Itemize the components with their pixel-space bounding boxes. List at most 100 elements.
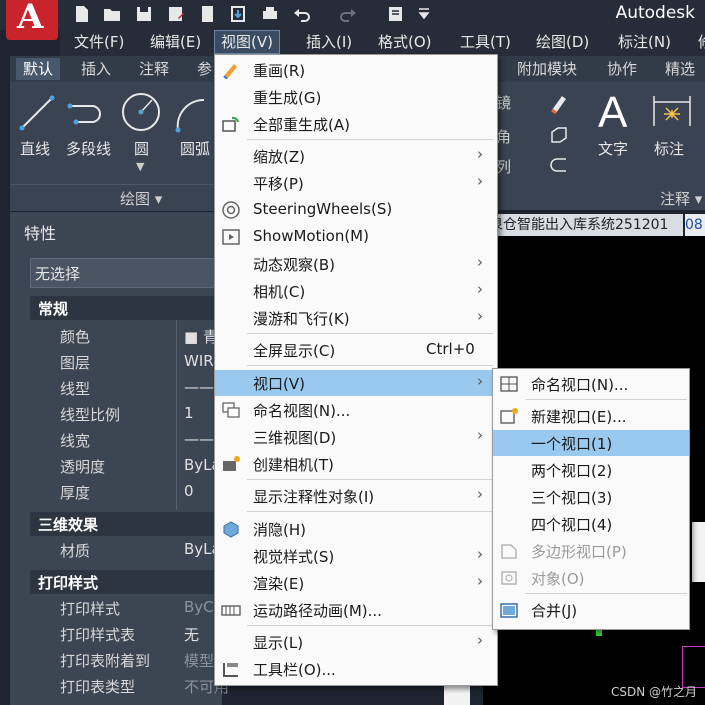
line-tool-label[interactable]: 直线 bbox=[20, 138, 50, 159]
menu-item-walk-fly[interactable]: 漫游和飞行(K) › bbox=[215, 305, 497, 331]
menu-item-toolbars[interactable]: 工具栏(O)... bbox=[215, 656, 497, 682]
menu-item-orbit[interactable]: 动态观察(B) › bbox=[215, 251, 497, 277]
menu-item-join-viewports[interactable]: 合并(J) bbox=[493, 597, 689, 623]
text-tool-icon[interactable]: A bbox=[598, 88, 627, 138]
prop-linetype-value[interactable]: —— bbox=[184, 378, 214, 396]
menu-item-viewports[interactable]: 视口(V) › bbox=[215, 370, 497, 396]
arc-tool-icon[interactable] bbox=[174, 92, 214, 134]
menu-draw[interactable]: 绘图(D) bbox=[530, 30, 595, 54]
general-section-header[interactable]: 常规 bbox=[30, 296, 220, 320]
menu-item-two-viewports[interactable]: 两个视口(2) bbox=[493, 457, 689, 483]
selection-dropdown[interactable]: 无选择 bbox=[30, 258, 222, 288]
document-tab[interactable]: 泉仓智能出入库系统251201 bbox=[483, 214, 683, 236]
menu-item-polygonal-viewport: 多边形视口(P) bbox=[493, 538, 689, 564]
circle-tool-icon[interactable] bbox=[118, 92, 164, 134]
menu-item-pan[interactable]: 平移(P) › bbox=[215, 170, 497, 196]
menu-item-named-views[interactable]: 命名视图(N)... bbox=[215, 397, 497, 423]
submenu-arrow-icon: › bbox=[477, 172, 483, 190]
prop-lineweight-value[interactable]: —— bbox=[184, 430, 214, 448]
menu-item-visual-styles[interactable]: 视觉样式(S) › bbox=[215, 543, 497, 569]
workspace-icon[interactable] bbox=[386, 4, 406, 24]
named-viewport-icon bbox=[499, 375, 519, 393]
mirror-tool-label[interactable]: 镜 bbox=[496, 92, 511, 113]
menu-item-showmotion[interactable]: ShowMotion(M) bbox=[215, 224, 497, 250]
menu-modify[interactable]: 修 bbox=[692, 30, 705, 54]
menu-file[interactable]: 文件(F) bbox=[68, 30, 130, 54]
publish-icon[interactable] bbox=[198, 4, 218, 24]
polyline-tool-icon[interactable] bbox=[66, 92, 112, 134]
line-tool-icon[interactable] bbox=[16, 92, 58, 134]
prop-color-value[interactable]: ■ 青 bbox=[184, 326, 218, 347]
menu-insert[interactable]: 插入(I) bbox=[300, 30, 358, 54]
menu-edit[interactable]: 编辑(E) bbox=[144, 30, 207, 54]
menu-item-motion-path[interactable]: 运动路径动画(M)... bbox=[215, 597, 497, 623]
menu-item-annotative-objects[interactable]: 显示注释性对象(I) › bbox=[215, 483, 497, 509]
save-as-icon[interactable] bbox=[166, 4, 186, 24]
plot-style-section-header[interactable]: 打印样式 bbox=[30, 570, 220, 594]
draw-panel-footer[interactable] bbox=[10, 184, 215, 211]
menu-item-four-viewports[interactable]: 四个视口(4) bbox=[493, 511, 689, 537]
submenu-arrow-icon: › bbox=[477, 485, 483, 503]
erase-icon[interactable] bbox=[548, 92, 570, 115]
menu-item-render[interactable]: 渲染(E) › bbox=[215, 570, 497, 596]
menu-item-steeringwheels[interactable]: SteeringWheels(S) bbox=[215, 197, 497, 223]
prop-plot-table-value[interactable]: 无 bbox=[184, 624, 199, 645]
prop-transparency-name: 透明度 bbox=[60, 458, 106, 476]
draw-panel-title[interactable]: 绘图 ▾ bbox=[120, 188, 162, 209]
menu-item-3d-views[interactable]: 三维视图(D) › bbox=[215, 424, 497, 450]
prop-thickness-value[interactable]: 0 bbox=[184, 482, 194, 500]
prop-thickness-name: 厚度 bbox=[60, 484, 91, 502]
polyline-tool-label[interactable]: 多段线 bbox=[66, 138, 111, 159]
tab-insert[interactable]: 插入 bbox=[74, 58, 118, 80]
document-tab-2[interactable]: 08 bbox=[685, 214, 705, 236]
tab-annotate[interactable]: 注释 bbox=[132, 58, 176, 80]
menu-tools[interactable]: 工具(T) bbox=[454, 30, 517, 54]
dimension-tool-label[interactable]: 标注 bbox=[654, 138, 684, 159]
copy-3d-icon[interactable] bbox=[548, 124, 570, 146]
menu-item-redraw[interactable]: 重画(R) bbox=[215, 57, 497, 83]
menu-dimension[interactable]: 标注(N) bbox=[612, 30, 677, 54]
circle-tool-label[interactable]: 圆 bbox=[134, 138, 149, 159]
object-viewport-icon bbox=[499, 569, 519, 587]
arc-tool-label[interactable]: 圆弧 bbox=[180, 138, 210, 159]
menu-item-fullscreen[interactable]: 全屏显示(C) Ctrl+0 bbox=[215, 337, 497, 363]
menu-item-one-viewport[interactable]: 一个视口(1) bbox=[493, 430, 689, 456]
fillet-tool-label[interactable]: 角 bbox=[496, 126, 511, 147]
menu-view[interactable]: 视图(V) bbox=[214, 30, 280, 54]
menu-item-named-viewports[interactable]: 命名视口(N)... bbox=[493, 371, 689, 397]
share-icon[interactable] bbox=[228, 4, 248, 24]
new-file-icon[interactable] bbox=[72, 4, 92, 24]
dimension-tool-icon[interactable] bbox=[650, 92, 694, 132]
prop-layer-value[interactable]: WIR bbox=[184, 352, 214, 370]
save-icon[interactable] bbox=[134, 4, 154, 24]
customize-qat-icon[interactable] bbox=[414, 4, 434, 24]
text-tool-label[interactable]: 文字 bbox=[598, 138, 628, 159]
menu-item-new-viewport[interactable]: 新建视口(E)... bbox=[493, 403, 689, 429]
circle-dropdown-arrow-icon[interactable]: ▼ bbox=[136, 160, 144, 173]
menu-item-regen-all[interactable]: 全部重生成(A) bbox=[215, 111, 497, 137]
menu-item-three-viewports[interactable]: 三个视口(3) bbox=[493, 484, 689, 510]
annotation-panel-title[interactable]: 注释 ▾ bbox=[660, 188, 702, 209]
application-menu-button[interactable]: A bbox=[6, 0, 58, 40]
menu-item-hide[interactable]: 消隐(H) bbox=[215, 516, 497, 542]
menu-item-create-camera[interactable]: 创建相机(T) bbox=[215, 451, 497, 477]
offset-icon[interactable] bbox=[548, 154, 570, 176]
menu-format[interactable]: 格式(O) bbox=[372, 30, 438, 54]
prop-linetype-scale-value[interactable]: 1 bbox=[184, 404, 194, 422]
tab-addins[interactable]: 附加模块 bbox=[510, 58, 584, 80]
tab-default[interactable]: 默认 bbox=[16, 58, 61, 80]
plot-icon[interactable] bbox=[260, 4, 280, 24]
redraw-icon bbox=[221, 61, 241, 80]
array-tool-label[interactable]: 列 bbox=[496, 156, 511, 177]
menu-item-zoom[interactable]: 缩放(Z) › bbox=[215, 143, 497, 169]
tab-collaborate[interactable]: 协作 bbox=[600, 58, 644, 80]
tab-featured[interactable]: 精选应 bbox=[658, 58, 705, 100]
3d-effects-section-header[interactable]: 三维效果 bbox=[30, 512, 220, 536]
undo-icon[interactable] bbox=[292, 4, 312, 24]
menu-item-camera[interactable]: 相机(C) › bbox=[215, 278, 497, 304]
toolbar-icon bbox=[221, 660, 241, 678]
open-folder-icon[interactable] bbox=[102, 4, 122, 24]
redo-icon[interactable] bbox=[338, 4, 358, 24]
menu-item-regen[interactable]: 重生成(G) bbox=[215, 84, 497, 110]
menu-item-display[interactable]: 显示(L) › bbox=[215, 629, 497, 655]
